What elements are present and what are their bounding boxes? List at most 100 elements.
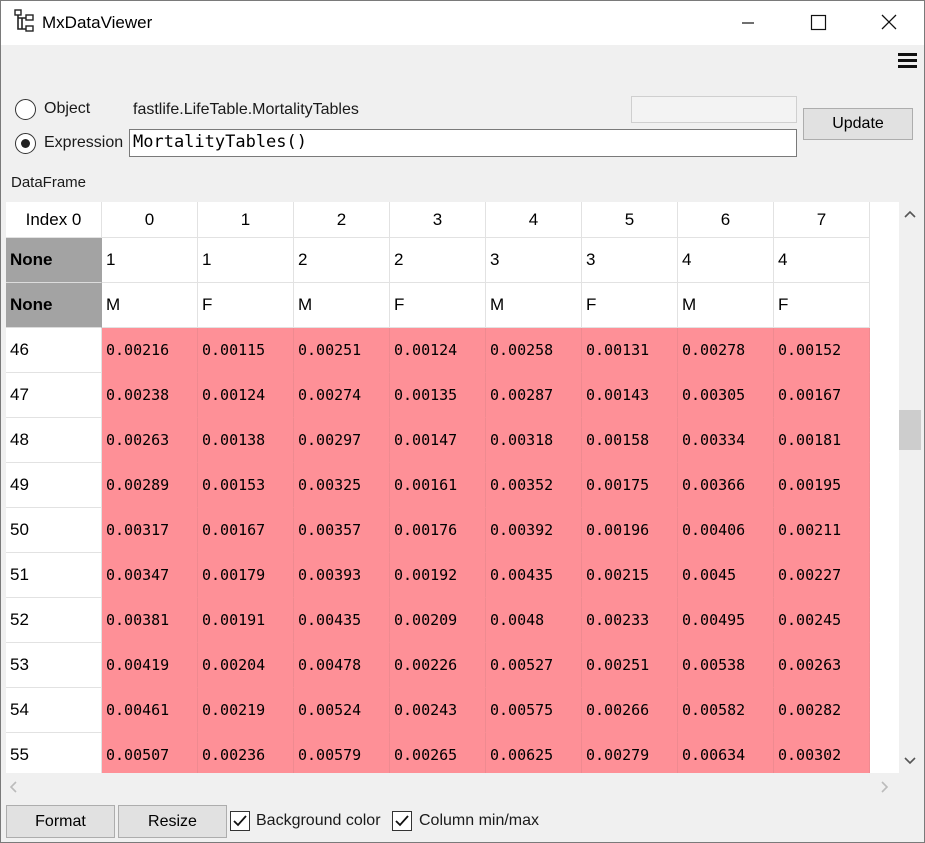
table-cell[interactable]: 0.00204 [198, 643, 294, 688]
table-cell[interactable]: 0.00138 [198, 418, 294, 463]
column-header[interactable]: 3 [390, 202, 486, 238]
table-cell[interactable]: 0.00278 [678, 328, 774, 373]
table-cell[interactable]: 0.00167 [774, 373, 870, 418]
table-cell[interactable]: 0.00209 [390, 598, 486, 643]
scroll-left-icon[interactable] [8, 780, 20, 794]
row-index[interactable]: 49 [6, 463, 102, 508]
table-cell[interactable]: 0.00216 [102, 328, 198, 373]
table-cell[interactable]: 0.0045 [678, 553, 774, 598]
table-cell[interactable]: 0.00419 [102, 643, 198, 688]
hamburger-menu-icon[interactable] [898, 53, 918, 69]
table-cell[interactable]: 0.00227 [774, 553, 870, 598]
index-header[interactable]: Index 0 [6, 202, 102, 238]
table-cell[interactable]: 0.00317 [102, 508, 198, 553]
column-minmax-checkbox[interactable] [392, 811, 412, 831]
table-cell[interactable]: 0.00274 [294, 373, 390, 418]
column-header[interactable]: 1 [198, 202, 294, 238]
column-header[interactable]: 0 [102, 202, 198, 238]
row-index[interactable]: 47 [6, 373, 102, 418]
table-cell[interactable]: 0.00265 [390, 733, 486, 773]
table-cell[interactable]: 0.00161 [390, 463, 486, 508]
table-cell[interactable]: 0.00507 [102, 733, 198, 773]
table-cell[interactable]: 0.00196 [582, 508, 678, 553]
table-cell[interactable]: 0.00258 [486, 328, 582, 373]
close-button[interactable] [866, 0, 912, 45]
table-cell[interactable]: 0.00115 [198, 328, 294, 373]
row-index[interactable]: 54 [6, 688, 102, 733]
table-cell[interactable]: 0.00266 [582, 688, 678, 733]
table-cell[interactable]: 0.00347 [102, 553, 198, 598]
object-radio[interactable] [15, 99, 36, 120]
table-cell[interactable]: 0.00495 [678, 598, 774, 643]
table-cell[interactable]: 0.00352 [486, 463, 582, 508]
background-color-checkbox[interactable] [230, 811, 250, 831]
table-cell[interactable]: 0.00176 [390, 508, 486, 553]
table-cell[interactable]: 0.00131 [582, 328, 678, 373]
table-cell[interactable]: 0.00181 [774, 418, 870, 463]
column-level-name[interactable]: None [6, 238, 102, 283]
table-cell[interactable]: 0.00393 [294, 553, 390, 598]
table-cell[interactable]: 0.00381 [102, 598, 198, 643]
table-cell[interactable]: 0.00245 [774, 598, 870, 643]
table-cell[interactable]: 0.00524 [294, 688, 390, 733]
column-header[interactable]: 2 [294, 202, 390, 238]
vertical-scroll-thumb[interactable] [899, 410, 921, 450]
table-cell[interactable]: 0.00238 [102, 373, 198, 418]
resize-button[interactable]: Resize [118, 805, 227, 838]
table-cell[interactable]: 0.00192 [390, 553, 486, 598]
table-cell[interactable]: 0.00287 [486, 373, 582, 418]
table-cell[interactable]: 0.00251 [582, 643, 678, 688]
column-header[interactable]: 5 [582, 202, 678, 238]
table-cell[interactable]: 0.00263 [774, 643, 870, 688]
table-cell[interactable]: 0.00279 [582, 733, 678, 773]
table-cell[interactable]: 0.00575 [486, 688, 582, 733]
table-cell[interactable]: 0.00263 [102, 418, 198, 463]
scroll-down-icon[interactable] [903, 755, 917, 767]
table-cell[interactable]: 0.00478 [294, 643, 390, 688]
column-header[interactable]: 4 [486, 202, 582, 238]
table-cell[interactable]: 0.00297 [294, 418, 390, 463]
table-cell[interactable]: 0.00195 [774, 463, 870, 508]
column-level-name[interactable]: None [6, 283, 102, 328]
table-cell[interactable]: 0.00143 [582, 373, 678, 418]
row-index[interactable]: 46 [6, 328, 102, 373]
table-cell[interactable]: 0.00582 [678, 688, 774, 733]
table-cell[interactable]: 0.00305 [678, 373, 774, 418]
expression-radio[interactable] [15, 133, 36, 154]
table-cell[interactable]: 0.00219 [198, 688, 294, 733]
table-cell[interactable]: 0.00147 [390, 418, 486, 463]
row-index[interactable]: 48 [6, 418, 102, 463]
table-cell[interactable]: 0.00282 [774, 688, 870, 733]
table-cell[interactable]: 0.00406 [678, 508, 774, 553]
column-header[interactable]: 7 [774, 202, 870, 238]
table-cell[interactable]: 0.00175 [582, 463, 678, 508]
table-cell[interactable]: 0.00191 [198, 598, 294, 643]
table-cell[interactable]: 0.00634 [678, 733, 774, 773]
row-index[interactable]: 51 [6, 553, 102, 598]
row-index[interactable]: 50 [6, 508, 102, 553]
row-index[interactable]: 55 [6, 733, 102, 773]
table-cell[interactable]: 0.00243 [390, 688, 486, 733]
horizontal-scrollbar[interactable] [6, 773, 899, 801]
scroll-right-icon[interactable] [878, 780, 890, 794]
table-cell[interactable]: 0.00152 [774, 328, 870, 373]
table-cell[interactable]: 0.00211 [774, 508, 870, 553]
expression-input[interactable]: MortalityTables() [129, 129, 797, 157]
table-cell[interactable]: 0.00215 [582, 553, 678, 598]
table-cell[interactable]: 0.00124 [198, 373, 294, 418]
table-cell[interactable]: 0.00366 [678, 463, 774, 508]
row-index[interactable]: 53 [6, 643, 102, 688]
table-cell[interactable]: 0.0048 [486, 598, 582, 643]
table-cell[interactable]: 0.00435 [294, 598, 390, 643]
table-cell[interactable]: 0.00158 [582, 418, 678, 463]
table-cell[interactable]: 0.00435 [486, 553, 582, 598]
table-cell[interactable]: 0.00318 [486, 418, 582, 463]
table-cell[interactable]: 0.00357 [294, 508, 390, 553]
table-cell[interactable]: 0.00334 [678, 418, 774, 463]
table-cell[interactable]: 0.00179 [198, 553, 294, 598]
column-header[interactable]: 6 [678, 202, 774, 238]
scroll-up-icon[interactable] [903, 208, 917, 220]
table-cell[interactable]: 0.00167 [198, 508, 294, 553]
table-cell[interactable]: 0.00302 [774, 733, 870, 773]
table-cell[interactable]: 0.00579 [294, 733, 390, 773]
